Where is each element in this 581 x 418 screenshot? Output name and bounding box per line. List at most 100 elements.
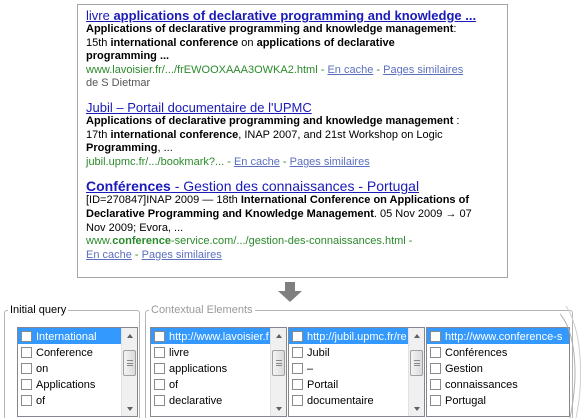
cache-link[interactable]: En cache bbox=[86, 249, 132, 261]
cache-link[interactable]: En cache bbox=[327, 64, 373, 76]
scroll-down-button[interactable] bbox=[409, 401, 424, 416]
checkbox-icon[interactable] bbox=[292, 379, 303, 390]
snippet-text: . 05 Nov 2009 → 07 bbox=[373, 207, 472, 220]
checkbox-icon[interactable] bbox=[292, 363, 303, 374]
similar-pages-link[interactable]: Pages similaires bbox=[290, 156, 370, 168]
checkbox-icon[interactable] bbox=[430, 363, 441, 374]
list-item[interactable]: documentaire bbox=[289, 392, 408, 408]
result-title-link[interactable]: Conférences - Gestion des connaissances … bbox=[86, 178, 499, 194]
checkbox-icon[interactable] bbox=[21, 347, 32, 358]
checkbox-icon[interactable] bbox=[154, 347, 165, 358]
snippet-text: programming ... bbox=[86, 50, 170, 63]
similar-pages-link[interactable]: Pages similaires bbox=[142, 249, 222, 261]
scroll-down-button[interactable] bbox=[271, 401, 286, 416]
list-item[interactable]: International bbox=[18, 328, 121, 344]
similar-pages-link[interactable]: Pages similaires bbox=[383, 64, 463, 76]
scroll-thumb[interactable] bbox=[410, 350, 423, 376]
checkbox-icon[interactable] bbox=[21, 395, 32, 406]
snippet-text: , ... bbox=[157, 142, 173, 155]
list-item[interactable]: Portail bbox=[289, 376, 408, 392]
result-title-text: livre bbox=[86, 8, 114, 23]
list-item[interactable]: http://www.lavoisier.f bbox=[151, 328, 270, 344]
result-title-link[interactable]: Jubil – Portail documentaire de l'UPMC bbox=[86, 100, 499, 115]
list-item-label: International bbox=[36, 330, 97, 343]
checkbox-icon[interactable] bbox=[430, 331, 441, 342]
list-item[interactable]: of bbox=[18, 392, 121, 408]
scroll-thumb[interactable] bbox=[123, 350, 136, 376]
list-item[interactable]: livre bbox=[151, 344, 270, 360]
list-item[interactable]: – bbox=[289, 360, 408, 376]
scroll-up-button[interactable] bbox=[271, 328, 286, 343]
list-item[interactable]: http://jubil.upmc.fr/re bbox=[289, 328, 408, 344]
snippet-text: [ID=270847]INAP 2009 — 18th bbox=[86, 194, 241, 207]
checkbox-icon[interactable] bbox=[154, 331, 165, 342]
vertical-scrollbar[interactable] bbox=[408, 328, 424, 416]
checkbox-icon[interactable] bbox=[21, 363, 32, 374]
contextual-listbox[interactable]: http://jubil.upmc.fr/re Jubil – Portail docu… bbox=[288, 327, 425, 417]
list-item-label: connaissances bbox=[445, 378, 518, 391]
vertical-scrollbar[interactable] bbox=[121, 328, 137, 416]
scroll-down-button[interactable] bbox=[122, 401, 137, 416]
list-item[interactable]: Portugal bbox=[427, 392, 569, 408]
list-item-label: http://www.lavoisier.f bbox=[169, 330, 269, 343]
result-title-link[interactable]: livre applications of declarative progra… bbox=[86, 8, 499, 23]
checkbox-icon[interactable] bbox=[154, 379, 165, 390]
checkbox-icon[interactable] bbox=[21, 379, 32, 390]
list-item[interactable]: Conférences bbox=[427, 344, 569, 360]
snippet-line: Programming, ... bbox=[86, 142, 499, 156]
list-item[interactable]: Gestion bbox=[427, 360, 569, 376]
list-item[interactable]: connaissances bbox=[427, 376, 569, 392]
checkbox-icon[interactable] bbox=[430, 395, 441, 406]
checkbox-icon[interactable] bbox=[292, 347, 303, 358]
list-item-label: Jubil bbox=[307, 346, 330, 359]
checkbox-icon[interactable] bbox=[154, 363, 165, 374]
down-arrow-icon bbox=[278, 282, 302, 302]
checkbox-icon[interactable] bbox=[430, 379, 441, 390]
contextual-listbox[interactable]: http://www.conference-s Conférences Gestio… bbox=[426, 327, 570, 417]
snippet-text: : bbox=[453, 23, 457, 35]
list-item-label: Portugal bbox=[445, 394, 486, 407]
list-item-label: Portail bbox=[307, 378, 339, 391]
list-item-label: documentaire bbox=[307, 394, 374, 407]
snippet-text: : bbox=[453, 114, 460, 127]
list-item-label: Conference bbox=[36, 346, 93, 359]
scroll-thumb[interactable] bbox=[272, 350, 285, 376]
snippet-text: International Conference on Applications… bbox=[240, 194, 469, 207]
list-item[interactable]: of bbox=[151, 376, 270, 392]
result-author: de S Dietmar bbox=[86, 77, 151, 90]
result-title-text: Jubil – Portail documentaire de l'UPMC bbox=[86, 99, 312, 115]
list-item[interactable]: declarative bbox=[151, 392, 270, 408]
list-item-label: Applications bbox=[36, 378, 96, 391]
scroll-up-button[interactable] bbox=[409, 328, 424, 343]
snippet-line: Applications of declarative programming … bbox=[86, 23, 499, 37]
list-item[interactable]: applications bbox=[151, 360, 270, 376]
list-item[interactable]: Applications bbox=[18, 376, 121, 392]
checkbox-icon[interactable] bbox=[21, 331, 32, 342]
list-item[interactable]: Jubil bbox=[289, 344, 408, 360]
checkbox-icon[interactable] bbox=[154, 395, 165, 406]
contextual-listbox[interactable]: http://www.lavoisier.f livre applications o… bbox=[150, 327, 287, 417]
list-item[interactable]: http://www.conference-s bbox=[427, 328, 569, 344]
list-item-label: Gestion bbox=[445, 362, 483, 375]
list-item-label: Conférences bbox=[445, 346, 508, 359]
vertical-scrollbar[interactable] bbox=[270, 328, 286, 416]
result-title-text: Conférences bbox=[86, 178, 171, 195]
list-item-label: livre bbox=[169, 346, 190, 359]
checkbox-icon[interactable] bbox=[292, 395, 303, 406]
result-url: -service.com/.../gestion-des-connaissanc… bbox=[170, 235, 413, 248]
scroll-up-button[interactable] bbox=[122, 328, 137, 343]
initial-query-listbox[interactable]: International Conference on Applications of bbox=[17, 327, 138, 417]
result-snippet: [ID=270847]INAP 2009 — 18th Internationa… bbox=[86, 194, 499, 235]
checkbox-icon[interactable] bbox=[430, 347, 441, 358]
list-item[interactable]: on bbox=[18, 360, 121, 376]
snippet-line: programming ... bbox=[86, 50, 499, 64]
list-item-label: declarative bbox=[169, 394, 223, 407]
snippet-line: [ID=270847]INAP 2009 — 18th Internationa… bbox=[86, 194, 499, 208]
listbox-items: International Conference on Applications of bbox=[18, 328, 121, 416]
list-item[interactable]: Conference bbox=[18, 344, 121, 360]
checkbox-icon[interactable] bbox=[292, 331, 303, 342]
separator: - bbox=[131, 248, 142, 261]
snippet-text: on bbox=[238, 36, 257, 49]
list-item-label: applications bbox=[169, 362, 228, 375]
cache-link[interactable]: En cache bbox=[234, 156, 280, 168]
